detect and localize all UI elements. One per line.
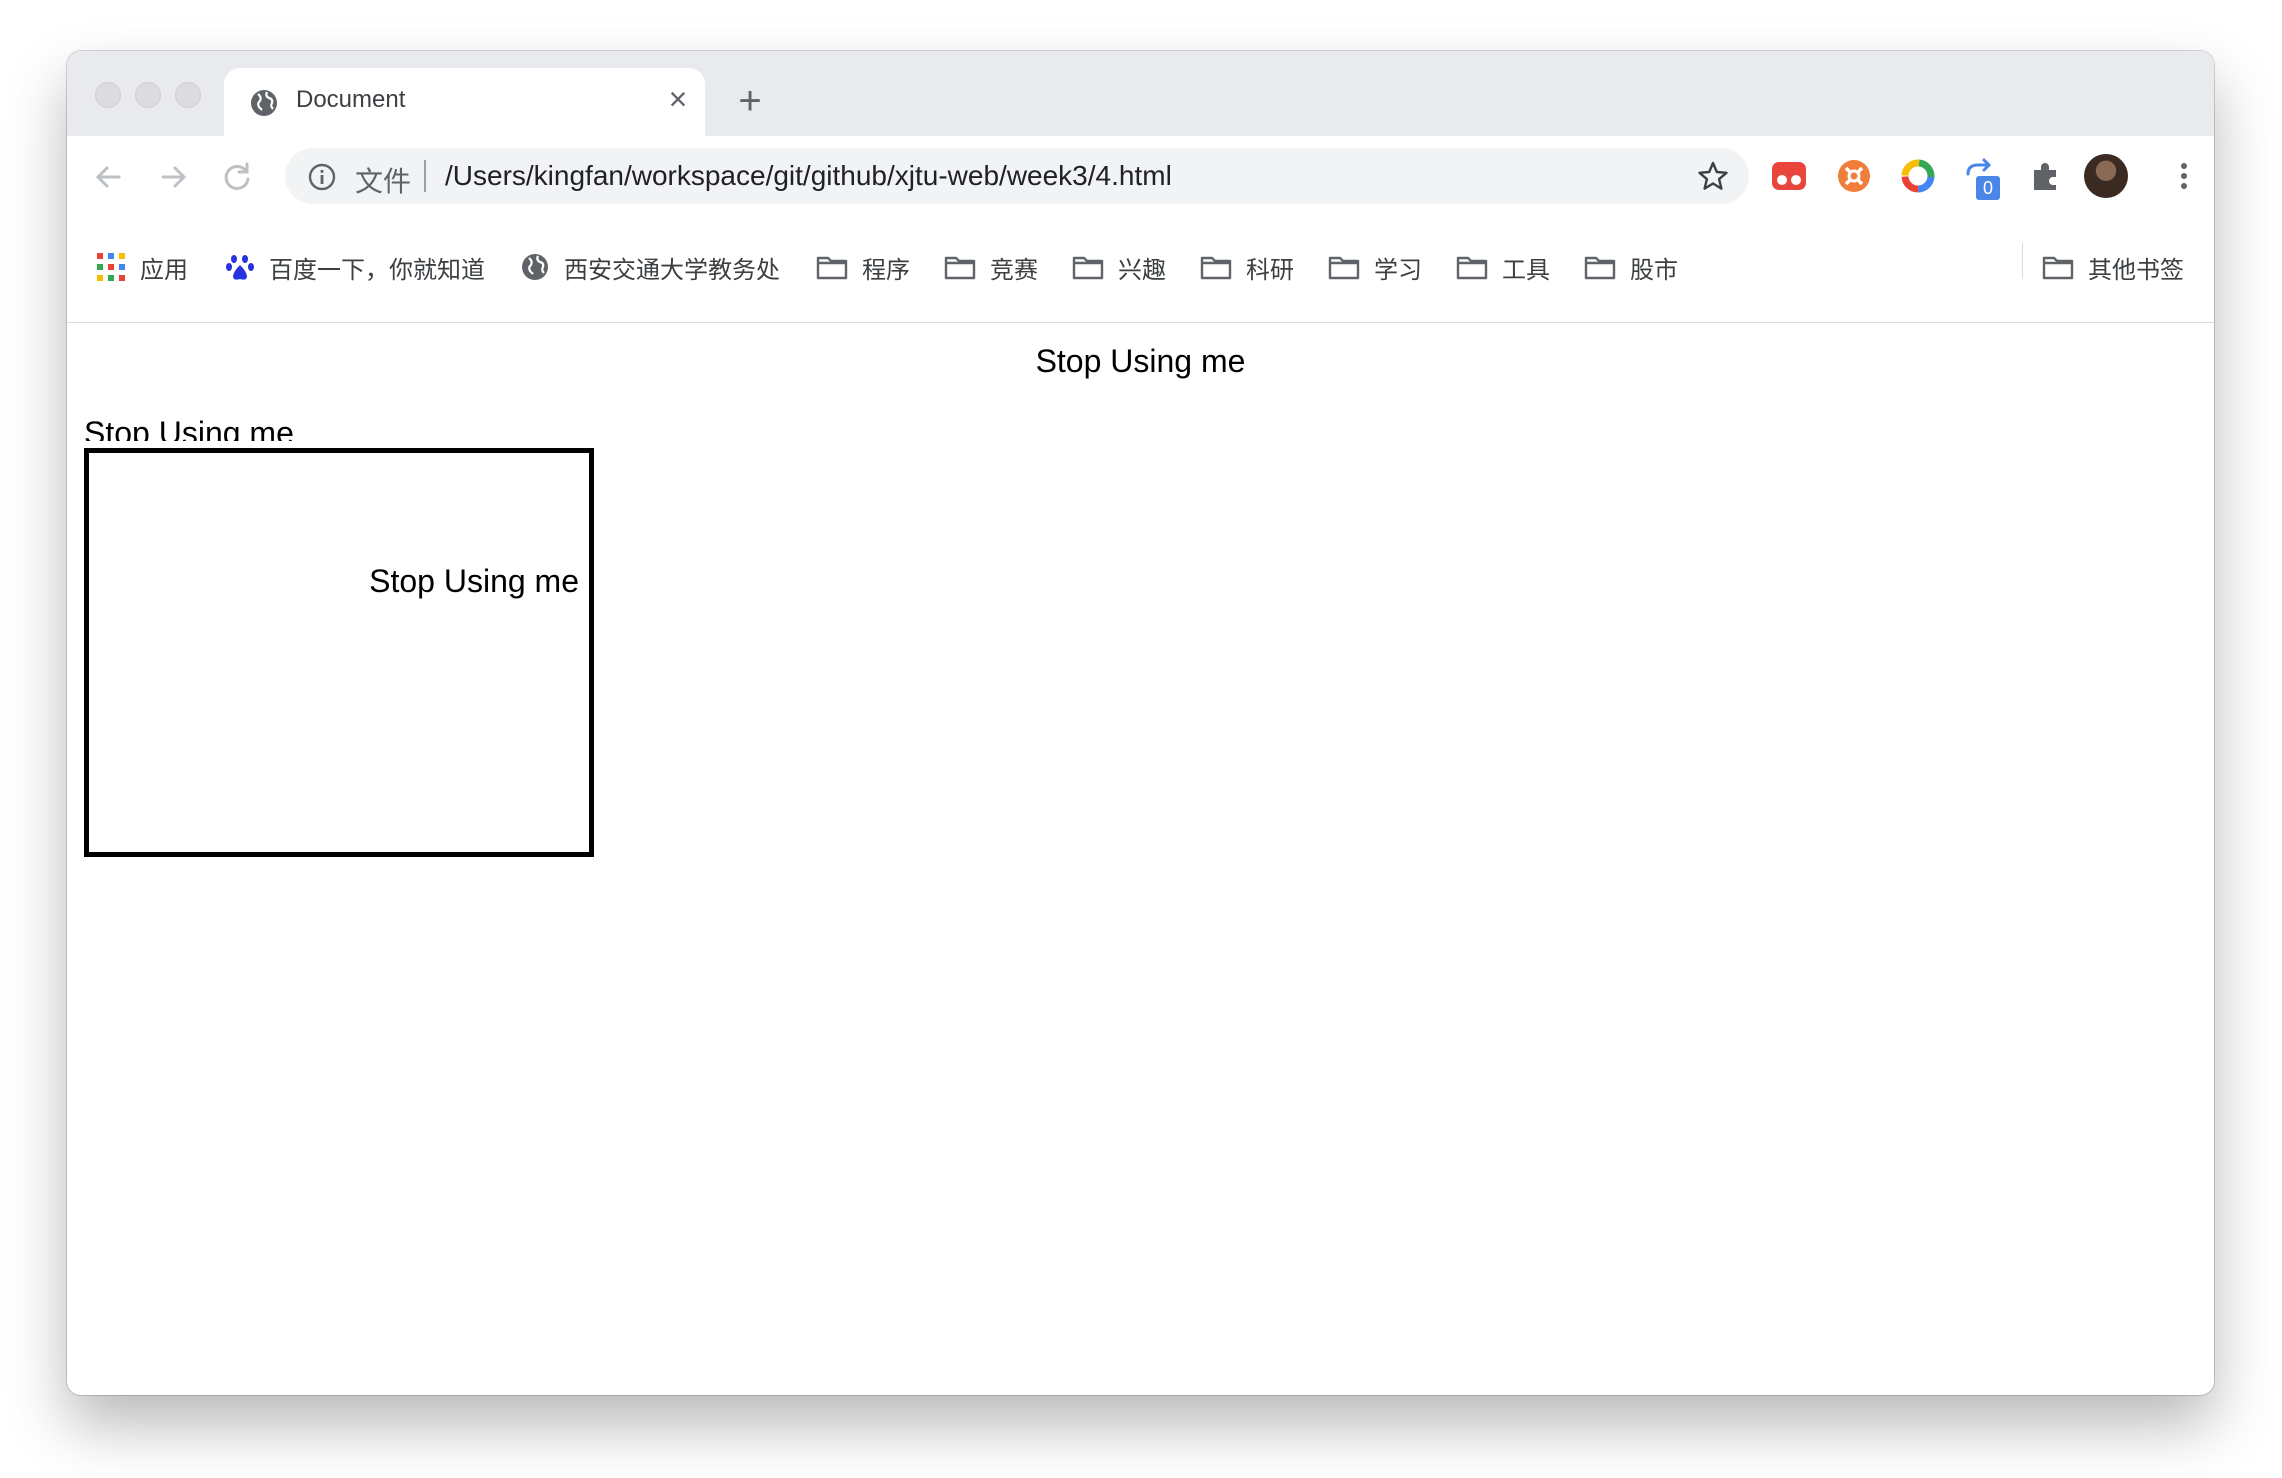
- back-arrow-icon[interactable]: [89, 157, 129, 197]
- bookmark-label: 科研: [1246, 255, 1294, 284]
- tab-close-icon[interactable]: ×: [661, 82, 695, 116]
- color-ring-extension-icon[interactable]: [1898, 156, 1938, 196]
- sync-badge: 0: [1976, 176, 2000, 200]
- reload-icon[interactable]: [217, 157, 257, 197]
- bookmark-label: 学习: [1374, 255, 1422, 284]
- bookmark-apps[interactable]: 应用: [96, 249, 188, 285]
- bookmarks-bar: 应用 百度一下，你就知道 西安交通大学教务处 程序 竞赛 兴趣 科研 学习 工具…: [67, 221, 2214, 323]
- red-extension-icon[interactable]: [1769, 156, 1809, 196]
- bookmark-label: 程序: [862, 255, 910, 284]
- sync-extension-icon[interactable]: 0: [1962, 156, 2002, 200]
- bookmark-xjtu[interactable]: 西安交通大学教务处: [520, 249, 780, 285]
- bookmark-label: 百度一下，你就知道: [269, 255, 485, 284]
- tab-document[interactable]: Document ×: [224, 68, 705, 136]
- forward-arrow-icon[interactable]: [153, 157, 193, 197]
- new-tab-button[interactable]: +: [730, 81, 770, 121]
- zoom-window-button[interactable]: [175, 82, 201, 108]
- folder-icon: [1072, 256, 1104, 280]
- close-window-button[interactable]: [95, 82, 121, 108]
- bookmark-folder[interactable]: 学习: [1328, 249, 1422, 285]
- address-bar[interactable]: 文件 /Users/kingfan/workspace/git/github/x…: [285, 148, 1749, 204]
- clipped-text-container: Stop Using me: [84, 415, 484, 441]
- folder-icon: [1200, 256, 1232, 280]
- title-bar: Document × +: [67, 51, 2214, 136]
- centered-text: Stop Using me: [1035, 343, 1246, 379]
- avatar[interactable]: [2084, 154, 2128, 198]
- folder-icon: [1456, 256, 1488, 280]
- bookmark-label: 工具: [1502, 255, 1550, 284]
- bookmark-star-icon[interactable]: [1697, 160, 1729, 192]
- puzzle-extensions-icon[interactable]: [2026, 156, 2066, 196]
- bookmark-folder[interactable]: 工具: [1456, 249, 1550, 285]
- bookmark-label: 竞赛: [990, 255, 1038, 284]
- bookmark-label: 股市: [1630, 255, 1678, 284]
- bordered-box: Stop Using me: [84, 448, 594, 857]
- orange-extension-icon[interactable]: [1834, 156, 1874, 196]
- folder-icon: [1584, 256, 1616, 280]
- bookmark-folder[interactable]: 股市: [1584, 249, 1678, 285]
- bookmark-folder[interactable]: 程序: [816, 249, 910, 285]
- more-menu-icon[interactable]: [2164, 156, 2204, 196]
- bookmark-label: 兴趣: [1118, 255, 1166, 284]
- apps-grid-icon: [97, 253, 125, 281]
- minimize-window-button[interactable]: [135, 82, 161, 108]
- globe-icon: [522, 254, 548, 280]
- bookmark-folder[interactable]: 竞赛: [944, 249, 1038, 285]
- other-bookmarks[interactable]: 其他书签: [2042, 249, 2184, 285]
- toolbar: 文件 /Users/kingfan/workspace/git/github/x…: [67, 136, 2214, 221]
- bookmark-label: 西安交通大学教务处: [564, 255, 780, 284]
- folder-icon: [2042, 256, 2074, 280]
- scheme-label: 文件: [355, 165, 412, 198]
- info-icon[interactable]: [307, 162, 337, 192]
- clipped-text: Stop Using me: [84, 415, 294, 441]
- box-text: Stop Using me: [369, 563, 579, 599]
- browser-window: Document × + 文件 /Users/kingfan/workspace…: [67, 51, 2214, 1395]
- folder-icon: [944, 256, 976, 280]
- bookmark-folder[interactable]: 科研: [1200, 249, 1294, 285]
- folder-icon: [816, 256, 848, 280]
- globe-icon: [251, 90, 277, 116]
- folder-icon: [1328, 256, 1360, 280]
- bookmark-label: 应用: [140, 255, 188, 284]
- baidu-paw-icon: [226, 255, 254, 280]
- page-content: Stop Using me Stop Using me Stop Using m…: [67, 323, 2214, 1395]
- bookmarks-divider: [2022, 243, 2023, 279]
- bookmark-folder[interactable]: 兴趣: [1072, 249, 1166, 285]
- omnibox-divider: [424, 160, 426, 192]
- bookmark-baidu[interactable]: 百度一下，你就知道: [225, 249, 485, 285]
- url-text[interactable]: /Users/kingfan/workspace/git/github/xjtu…: [445, 160, 1172, 192]
- other-bookmarks-label: 其他书签: [2088, 255, 2184, 284]
- tab-title: Document: [296, 86, 406, 113]
